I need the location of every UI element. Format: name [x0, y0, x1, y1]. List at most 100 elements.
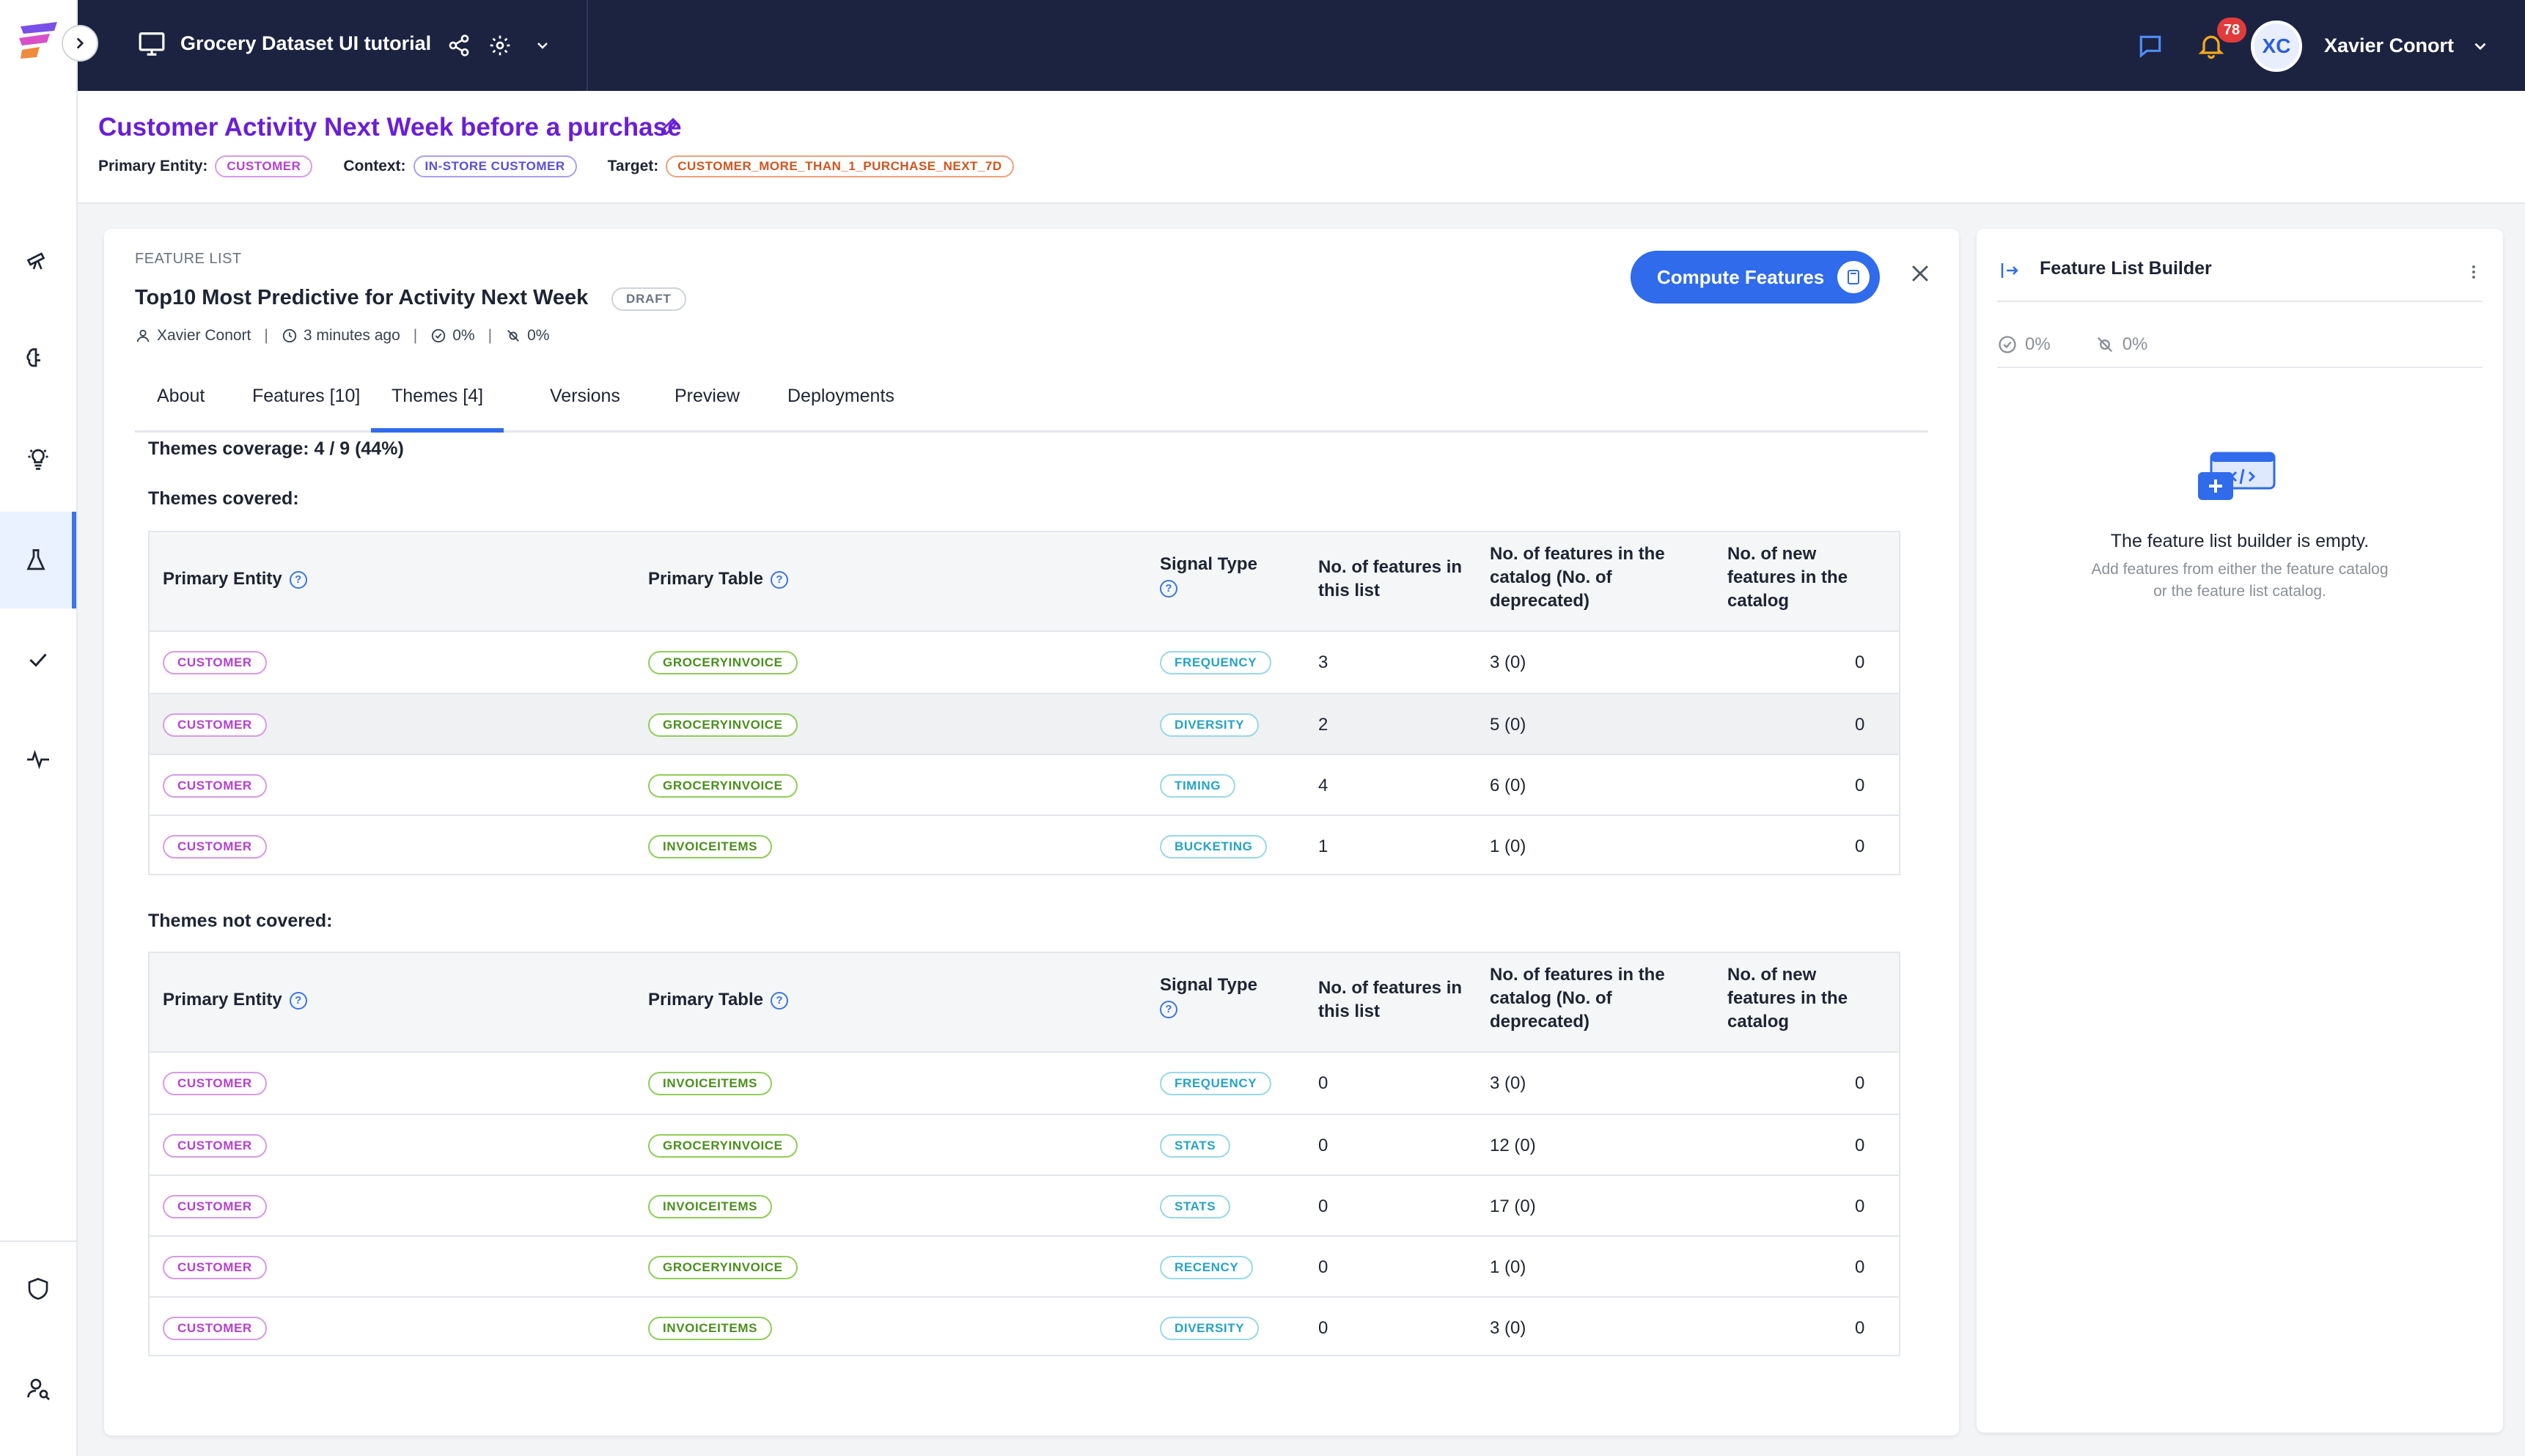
signal-type-tag[interactable]: BUCKETING — [1160, 834, 1268, 858]
table-row[interactable]: CUSTOMER INVOICEITEMS FREQUENCY 0 3 (0) 0 — [150, 1053, 1899, 1114]
sidebar-item-brain[interactable] — [0, 311, 76, 408]
chevron-down-icon[interactable] — [534, 37, 551, 54]
signal-type-tag[interactable]: STATS — [1160, 1194, 1231, 1218]
tab-preview[interactable]: Preview — [675, 386, 740, 433]
features-in-list-cell: 0 — [1318, 1196, 1328, 1216]
table-row[interactable]: CUSTOMER GROCERYINVOICE STATS 0 12 (0) 0 — [150, 1114, 1899, 1174]
table-tag[interactable]: GROCERYINVOICE — [648, 1133, 798, 1158]
table-tag[interactable]: GROCERYINVOICE — [648, 650, 798, 674]
status-badge: DRAFT — [611, 287, 686, 311]
signal-type-tag[interactable]: FREQUENCY — [1160, 1071, 1272, 1095]
edit-icon[interactable] — [658, 114, 682, 138]
context-chip[interactable]: IN-STORE CUSTOMER — [413, 155, 577, 177]
entity-tag[interactable]: CUSTOMER — [163, 1316, 267, 1340]
table-cell: GROCERYINVOICE — [648, 1237, 798, 1298]
entity-tag[interactable]: CUSTOMER — [163, 773, 267, 798]
readiness-percent: 0% — [452, 327, 475, 344]
use-case-title: Customer Activity Next Week before a pur… — [98, 113, 682, 141]
table-tag[interactable]: GROCERYINVOICE — [648, 773, 798, 798]
themes-covered-label: Themes covered: — [148, 488, 299, 509]
features-in-list-cell: 0 — [1318, 1135, 1328, 1155]
entity-tag[interactable]: CUSTOMER — [163, 834, 267, 858]
user-name[interactable]: Xavier Conort — [2324, 34, 2454, 57]
help-icon[interactable]: ? — [289, 570, 307, 589]
more-vertical-icon[interactable] — [2465, 261, 2482, 283]
primary-entity-chip[interactable]: CUSTOMER — [215, 155, 313, 177]
sidebar-item-experiment[interactable] — [0, 512, 76, 608]
sidebar-item-users[interactable] — [0, 1340, 76, 1437]
column-header-primary-table: Primary Table? — [648, 988, 788, 1012]
new-features-cell: 0 — [1855, 775, 1865, 795]
new-features-cell: 0 — [1855, 652, 1865, 672]
sidebar-item-security[interactable] — [0, 1240, 76, 1337]
tab-deployments[interactable]: Deployments — [787, 386, 894, 433]
signal-type-cell: FREQUENCY — [1160, 632, 1272, 693]
updated-time: 3 minutes ago — [303, 327, 400, 344]
table-tag[interactable]: GROCERYINVOICE — [648, 713, 798, 737]
table-row[interactable]: CUSTOMER INVOICEITEMS DIVERSITY 0 3 (0) 0 — [150, 1296, 1899, 1357]
close-icon[interactable] — [1908, 261, 1933, 286]
project-selector[interactable]: Grocery Dataset UI tutorial — [78, 0, 588, 91]
table-cell: INVOICEITEMS — [648, 1053, 773, 1114]
panel-collapse-icon[interactable] — [1997, 260, 2022, 282]
table-tag[interactable]: INVOICEITEMS — [648, 834, 773, 858]
signal-type-tag[interactable]: TIMING — [1160, 773, 1236, 798]
table-row[interactable]: CUSTOMER GROCERYINVOICE TIMING 4 6 (0) 0 — [150, 754, 1899, 815]
share-icon[interactable] — [447, 34, 471, 57]
help-icon[interactable]: ? — [1160, 1000, 1177, 1018]
compute-features-button[interactable]: Compute Features — [1631, 251, 1880, 304]
context-label: Context: — [343, 158, 406, 174]
signal-type-tag[interactable]: DIVERSITY — [1160, 713, 1260, 737]
entity-tag[interactable]: CUSTOMER — [163, 650, 267, 674]
table-tag[interactable]: INVOICEITEMS — [648, 1316, 773, 1340]
sidebar-item-ideas[interactable] — [0, 411, 76, 507]
chat-icon[interactable] — [2136, 32, 2164, 60]
sidebar-item-approve[interactable] — [0, 611, 76, 708]
telescope-icon — [26, 252, 45, 270]
features-in-list-cell: 0 — [1318, 1257, 1328, 1277]
target-chip[interactable]: CUSTOMER_MORE_THAN_1_PURCHASE_NEXT_7D — [666, 155, 1014, 177]
chevron-right-icon — [76, 37, 84, 49]
sidebar-item-monitor[interactable] — [0, 711, 76, 808]
tab-versions[interactable]: Versions — [550, 386, 620, 433]
features-in-list-cell: 0 — [1318, 1298, 1328, 1358]
features-in-list-cell: 0 — [1318, 1115, 1328, 1176]
table-tag[interactable]: GROCERYINVOICE — [648, 1255, 798, 1279]
sidebar-toggle-button[interactable] — [62, 25, 98, 62]
help-icon[interactable]: ? — [289, 991, 307, 1010]
table-row[interactable]: CUSTOMER INVOICEITEMS STATS 0 17 (0) 0 — [150, 1174, 1899, 1235]
new-features-cell: 0 — [1855, 816, 1864, 877]
user-avatar[interactable]: XC — [2251, 21, 2302, 72]
signal-type-tag[interactable]: FREQUENCY — [1160, 650, 1272, 674]
table-tag[interactable]: INVOICEITEMS — [648, 1071, 773, 1095]
features-in-catalog-cell: 6 (0) — [1490, 775, 1526, 795]
signal-type-tag[interactable]: RECENCY — [1160, 1255, 1254, 1279]
gear-icon[interactable] — [488, 34, 512, 57]
tab-themes[interactable]: Themes [4] — [371, 386, 504, 433]
table-row[interactable]: CUSTOMER GROCERYINVOICE RECENCY 0 1 (0) 0 — [150, 1235, 1899, 1296]
table-row[interactable]: CUSTOMER GROCERYINVOICE FREQUENCY 3 3 (0) 0 — [150, 632, 1899, 693]
table-row[interactable]: CUSTOMER INVOICEITEMS BUCKETING 1 1 (0) 0 — [150, 815, 1899, 875]
entity-tag[interactable]: CUSTOMER — [163, 1133, 267, 1158]
signal-type-tag[interactable]: STATS — [1160, 1133, 1231, 1158]
entity-tag[interactable]: CUSTOMER — [163, 1194, 267, 1218]
chevron-down-icon[interactable] — [2471, 37, 2490, 56]
entity-tag[interactable]: CUSTOMER — [163, 1255, 267, 1279]
help-icon[interactable]: ? — [1160, 579, 1177, 598]
tab-about[interactable]: About — [157, 386, 205, 433]
tab-features[interactable]: Features [10] — [252, 386, 360, 433]
features-in-catalog-cell: 12 (0) — [1490, 1135, 1536, 1155]
section-eyebrow: FEATURE LIST — [135, 251, 242, 267]
help-icon[interactable]: ? — [770, 991, 788, 1010]
features-in-catalog-cell: 3 (0) — [1490, 1073, 1526, 1093]
features-in-catalog-cell: 17 (0) — [1490, 1196, 1536, 1216]
table-row[interactable]: CUSTOMER GROCERYINVOICE DIVERSITY 2 5 (0) 0 — [150, 693, 1899, 754]
notification-badge[interactable]: 78 — [2217, 18, 2246, 43]
help-icon[interactable]: ? — [770, 570, 788, 589]
signal-type-tag[interactable]: DIVERSITY — [1160, 1316, 1260, 1340]
entity-tag[interactable]: CUSTOMER — [163, 713, 267, 737]
sidebar-item-discover[interactable] — [0, 210, 76, 306]
table-tag[interactable]: INVOICEITEMS — [648, 1194, 773, 1218]
project-title[interactable]: Grocery Dataset UI tutorial — [180, 32, 431, 55]
entity-tag[interactable]: CUSTOMER — [163, 1071, 267, 1095]
